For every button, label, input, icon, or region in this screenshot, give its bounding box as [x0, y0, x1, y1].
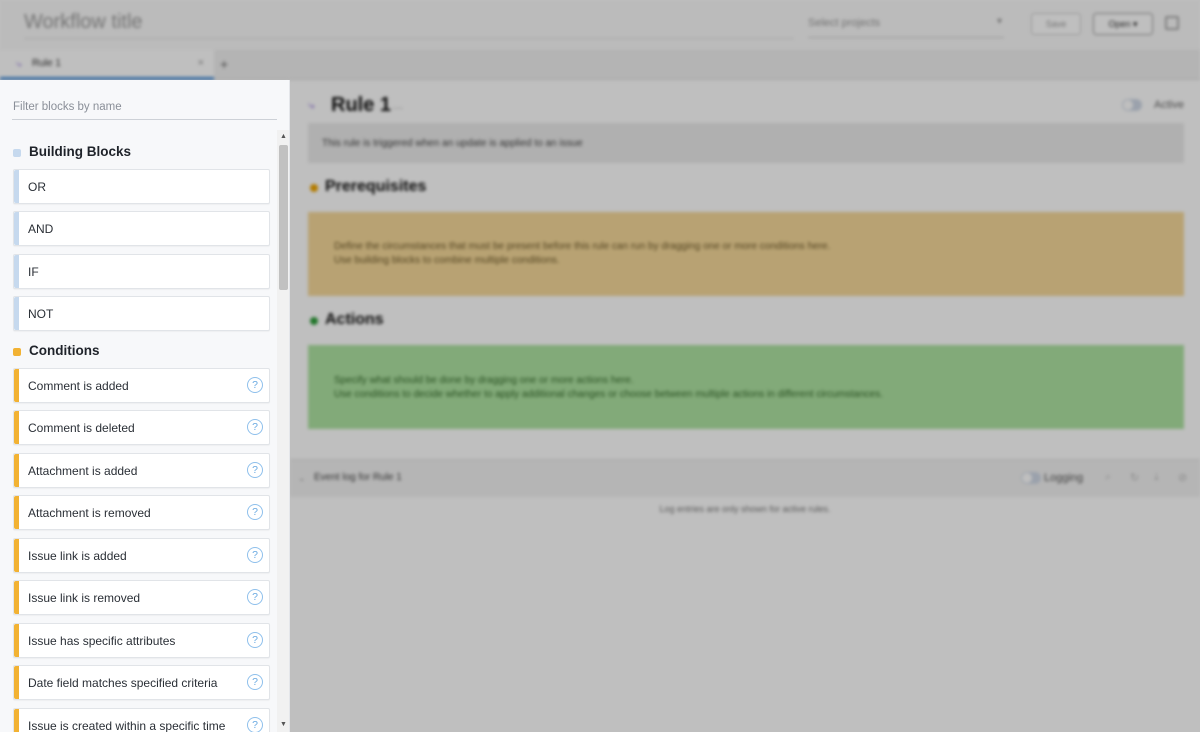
scrollbar-thumb[interactable]	[279, 145, 288, 290]
block-comment-is-added[interactable]: Comment is added ?	[13, 368, 270, 403]
filter-blocks-input[interactable]	[12, 94, 277, 120]
group-title: Conditions	[29, 343, 100, 358]
help-icon[interactable]: ?	[247, 504, 263, 520]
block-issue-created-within-time[interactable]: Issue is created within a specific time …	[13, 708, 270, 732]
building-blocks-dot-icon	[13, 149, 21, 157]
block-if[interactable]: IF	[13, 254, 270, 289]
help-icon[interactable]: ?	[247, 419, 263, 435]
block-issue-has-specific-attributes[interactable]: Issue has specific attributes ?	[13, 623, 270, 658]
conditions-dot-icon	[13, 348, 21, 356]
help-icon[interactable]: ?	[247, 547, 263, 563]
block-or[interactable]: OR	[13, 169, 270, 204]
block-label: Comment is deleted	[28, 421, 135, 435]
block-label: OR	[28, 180, 46, 194]
block-issue-link-is-removed[interactable]: Issue link is removed ?	[13, 580, 270, 615]
group-title: Building Blocks	[29, 144, 132, 159]
palette-scrollbar[interactable]: ▲ ▼	[277, 130, 289, 732]
help-icon[interactable]: ?	[247, 462, 263, 478]
block-label: Issue has specific attributes	[28, 634, 176, 648]
block-label: Attachment is removed	[28, 506, 151, 520]
block-attachment-is-added[interactable]: Attachment is added ?	[13, 453, 270, 488]
block-label: Attachment is added	[28, 464, 138, 478]
help-icon[interactable]: ?	[247, 674, 263, 690]
block-palette: Building Blocks OR AND IF NOT Conditions…	[0, 80, 290, 732]
block-label: Date field matches specified criteria	[28, 676, 218, 690]
block-label: AND	[28, 222, 54, 236]
scroll-down-icon[interactable]: ▼	[277, 718, 289, 732]
block-comment-is-deleted[interactable]: Comment is deleted ?	[13, 410, 270, 445]
block-label: Issue link is added	[28, 549, 127, 563]
block-label: Issue is created within a specific time	[28, 719, 226, 732]
block-date-field-matches-criteria[interactable]: Date field matches specified criteria ?	[13, 665, 270, 700]
block-attachment-is-removed[interactable]: Attachment is removed ?	[13, 495, 270, 530]
block-and[interactable]: AND	[13, 211, 270, 246]
block-label: Comment is added	[28, 379, 129, 393]
help-icon[interactable]: ?	[247, 377, 263, 393]
block-not[interactable]: NOT	[13, 296, 270, 331]
block-label: IF	[28, 265, 39, 279]
block-list: Building Blocks OR AND IF NOT Conditions…	[0, 130, 277, 732]
block-label: NOT	[28, 307, 54, 321]
scroll-up-icon[interactable]: ▲	[277, 130, 289, 144]
block-label: Issue link is removed	[28, 591, 141, 605]
help-icon[interactable]: ?	[247, 589, 263, 605]
block-issue-link-is-added[interactable]: Issue link is added ?	[13, 538, 270, 573]
help-icon[interactable]: ?	[247, 632, 263, 648]
help-icon[interactable]: ?	[247, 717, 263, 732]
